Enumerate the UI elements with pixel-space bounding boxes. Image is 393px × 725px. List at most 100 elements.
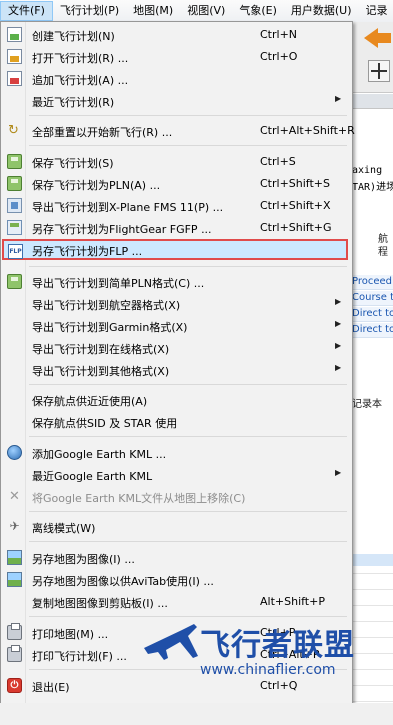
menu-item-label: 另存飞行计划为FLP ... <box>32 245 143 258</box>
menu-bar: 文件(F) 飞行计划(P) 地图(M) 视图(V) 气象(E) 用户数据(U) … <box>0 0 393 23</box>
submenu-arrow-icon: ▶ <box>335 468 342 477</box>
menu-item-label: 另存地图为图像以供AviTab使用(I) ... <box>32 575 214 588</box>
column-header-2: 程 <box>378 247 388 258</box>
menu-item-add-kml[interactable]: 添加Google Earth KML ... <box>3 442 350 464</box>
menu-file[interactable]: 文件(F) <box>0 1 53 21</box>
menu-item-remove-kml: ✕ 将Google Earth KML文件从地图上移除(C) <box>3 486 350 508</box>
menu-item-label: 导出飞行计划到简单PLN格式(C) ... <box>32 277 205 290</box>
menu-item-shortcut: Ctrl+O <box>260 50 298 63</box>
menu-item-save-waypoints-sid-star[interactable]: 保存航点供SID 及 STAR 使用 <box>3 411 350 433</box>
procedure-leg[interactable]: Proceed <box>352 275 393 290</box>
menu-item-export-aircraft[interactable]: 导出飞行计划到航空器格式(X) ▶ <box>3 293 350 315</box>
menu-separator <box>29 616 347 617</box>
airplane-logo-icon <box>144 624 198 660</box>
print-map-icon <box>7 623 22 640</box>
menu-item-label: 复制地图图像到剪贴板(I) ... <box>32 597 168 610</box>
menu-item-label: 另存飞行计划为FlightGear FGFP ... <box>32 223 212 236</box>
open-flight-plan-icon <box>7 49 22 64</box>
menu-item-save-map-image[interactable]: 另存地图为图像(I) ... <box>3 547 350 569</box>
google-earth-icon <box>7 445 22 460</box>
menu-item-save-flight-plan[interactable]: 保存飞行计划(S) Ctrl+S <box>3 151 350 173</box>
background-table-selected-row <box>352 554 393 566</box>
menu-item-save-waypoints-approach[interactable]: 保存航点供近近使用(A) <box>3 389 350 411</box>
menu-item-export-other[interactable]: 导出飞行计划到其他格式(X) ▶ <box>3 359 350 381</box>
print-flight-plan-icon <box>7 645 22 662</box>
export-simple-pln-icon <box>7 274 22 289</box>
menu-separator <box>29 511 347 512</box>
menu-item-shortcut: Ctrl+Alt+Shift+R <box>260 124 355 137</box>
menu-item-label: 最近Google Earth KML <box>32 470 153 483</box>
save-map-image-icon <box>7 550 22 565</box>
menu-item-label: 导出飞行计划到在线格式(X) <box>32 343 170 356</box>
power-icon: ⏻ <box>7 678 22 693</box>
menu-item-offline-mode[interactable]: ✈ 离线模式(W) <box>3 516 350 538</box>
menu-item-save-flp[interactable]: FLP 另存飞行计划为FLP ... <box>2 239 348 260</box>
menu-flight-plan[interactable]: 飞行计划(P) <box>53 1 126 21</box>
airport-text-line1: axing <box>352 165 383 176</box>
procedure-leg[interactable]: Direct to <box>352 323 393 338</box>
menu-item-label: 将Google Earth KML文件从地图上移除(C) <box>32 492 246 505</box>
save-fgfp-icon <box>7 220 22 235</box>
menu-item-reset-all[interactable]: ↻ 全部重置以开始新飞行(R) ... Ctrl+Alt+Shift+R <box>3 120 355 142</box>
menu-item-shortcut: Ctrl+Shift+X <box>260 199 331 212</box>
menu-item-label: 另存地图为图像(I) ... <box>32 553 135 566</box>
menu-item-label: 导出飞行计划到其他格式(X) <box>32 365 170 378</box>
remove-kml-icon: ✕ <box>9 489 20 504</box>
menu-item-label: 打印飞行计划(F) ... <box>32 650 127 663</box>
menu-item-open-flight-plan[interactable]: 打开飞行计划(R) ... Ctrl+O <box>3 46 350 68</box>
tab-logbook[interactable]: 记录本 <box>352 395 382 410</box>
save-flp-icon: FLP <box>8 244 23 259</box>
menu-map[interactable]: 地图(M) <box>126 1 180 21</box>
submenu-arrow-icon: ▶ <box>335 363 342 372</box>
menu-item-save-as-pln[interactable]: 保存飞行计划为PLN(A) ... Ctrl+Shift+S <box>3 173 350 195</box>
append-flight-plan-icon <box>7 71 22 86</box>
menu-item-export-xplane[interactable]: 导出飞行计划到X-Plane FMS 11(P) ... Ctrl+Shift+… <box>3 195 350 217</box>
menu-item-copy-map-image[interactable]: 复制地图图像到剪贴板(I) ... Alt+Shift+P <box>3 591 350 613</box>
menu-item-recent-kml[interactable]: 最近Google Earth KML ▶ <box>3 464 350 486</box>
menu-logbook[interactable]: 记录 <box>359 1 393 21</box>
menu-item-label: 导出飞行计划到Garmin格式(X) <box>32 321 188 334</box>
menu-item-export-simple-pln[interactable]: 导出飞行计划到简单PLN格式(C) ... <box>3 271 350 293</box>
menu-item-shortcut: Ctrl+Shift+G <box>260 221 332 234</box>
menu-item-new-flight-plan[interactable]: 创建飞行计划(N) Ctrl+N <box>3 24 350 46</box>
save-avitab-image-icon <box>7 572 22 587</box>
procedure-leg[interactable]: Direct to <box>352 307 393 322</box>
procedure-leg[interactable]: Course to <box>352 291 393 306</box>
watermark-url: www.chinaflier.com <box>200 662 336 678</box>
menu-item-label: 离线模式(W) <box>32 522 96 535</box>
menu-item-append-flight-plan[interactable]: 追加飞行计划(A) ... <box>3 68 350 90</box>
menu-userdata[interactable]: 用户数据(U) <box>284 1 359 21</box>
file-menu-dropdown: 创建飞行计划(N) Ctrl+N 打开飞行计划(R) ... Ctrl+O 追加… <box>0 21 355 705</box>
menu-weather[interactable]: 气象(E) <box>232 1 284 21</box>
menu-item-save-fgfp[interactable]: 另存飞行计划为FlightGear FGFP ... Ctrl+Shift+G <box>3 217 350 239</box>
back-arrow-icon[interactable] <box>364 28 378 48</box>
crosshair-tool-icon[interactable] <box>368 60 390 82</box>
new-flight-plan-icon <box>7 27 22 42</box>
save-as-pln-icon <box>7 176 22 191</box>
menu-item-save-avitab-image[interactable]: 另存地图为图像以供AviTab使用(I) ... <box>3 569 350 591</box>
menu-item-label: 导出飞行计划到航空器格式(X) <box>32 299 181 312</box>
menu-item-label: 打开飞行计划(R) ... <box>32 52 129 65</box>
menu-item-label: 保存航点供近近使用(A) <box>32 395 148 408</box>
menu-separator <box>29 145 347 146</box>
menu-separator <box>29 266 347 267</box>
menu-item-label: 追加飞行计划(A) ... <box>32 74 129 87</box>
menu-item-export-garmin[interactable]: 导出飞行计划到Garmin格式(X) ▶ <box>3 315 350 337</box>
watermark: 飞行者联盟 www.chinaflier.com <box>142 618 393 688</box>
menu-separator <box>29 541 347 542</box>
menu-view[interactable]: 视图(V) <box>180 1 232 21</box>
menu-item-shortcut: Ctrl+Shift+S <box>260 177 330 190</box>
menu-separator <box>29 384 347 385</box>
submenu-arrow-icon: ▶ <box>335 297 342 306</box>
menu-item-label: 导出飞行计划到X-Plane FMS 11(P) ... <box>32 201 224 214</box>
menu-separator <box>29 436 347 437</box>
offline-mode-icon: ✈ <box>9 519 20 533</box>
menu-item-recent-flight-plans[interactable]: 最近飞行计划(R) ▶ <box>3 90 350 112</box>
submenu-arrow-icon: ▶ <box>335 94 342 103</box>
submenu-arrow-icon: ▶ <box>335 319 342 328</box>
menu-item-label: 退出(E) <box>32 681 70 694</box>
menu-item-label: 创建飞行计划(N) <box>32 30 115 43</box>
export-xplane-icon <box>7 198 22 213</box>
background-toolbar <box>352 22 393 93</box>
menu-item-export-online[interactable]: 导出飞行计划到在线格式(X) ▶ <box>3 337 350 359</box>
